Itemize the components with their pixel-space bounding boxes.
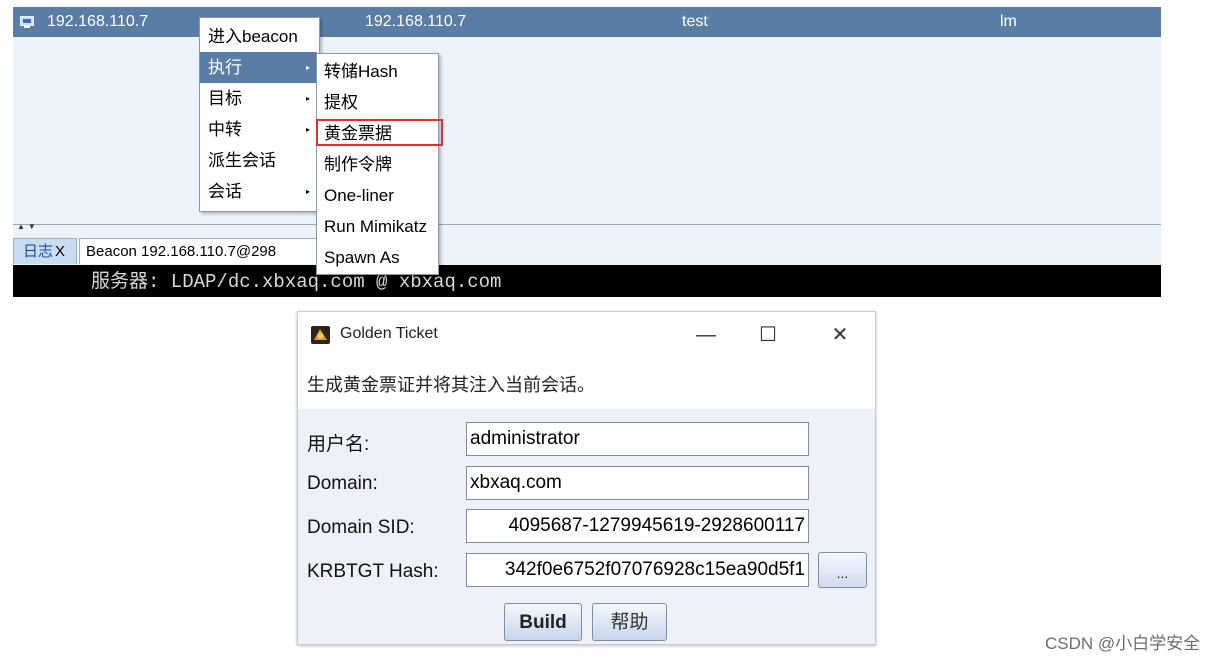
submenu-item-spawn-as[interactable]: Spawn As bbox=[317, 242, 436, 273]
domain-value: xbxaq.com bbox=[470, 472, 562, 493]
tab-log-close[interactable]: X bbox=[55, 243, 65, 260]
menu-item-interact[interactable]: 进入beacon bbox=[200, 21, 317, 52]
menu-item-label: 派生会话 bbox=[208, 151, 276, 170]
dialog-description-area: 生成黄金票证并将其注入当前会话。 bbox=[298, 359, 875, 409]
internal-ip-cell: 192.168.110.7 bbox=[365, 13, 467, 30]
build-button[interactable]: Build bbox=[504, 603, 582, 641]
tab-bar: 日志 X Beacon 192.168.110.7@298 bbox=[13, 235, 1161, 266]
maximize-icon[interactable]: ☐ bbox=[753, 320, 783, 350]
menu-item-session[interactable]: 会话 ▸ bbox=[200, 176, 317, 207]
session-row[interactable]: 192.168.110.7 192.168.110.7 test lm bbox=[13, 7, 1161, 37]
submenu-item-elevate[interactable]: 提权 bbox=[317, 87, 436, 118]
csdn-watermark: CSDN @小白学安全 bbox=[1045, 634, 1201, 653]
dialog-title: Golden Ticket bbox=[340, 325, 438, 342]
tab-log[interactable]: 日志 X bbox=[13, 238, 77, 264]
domain-sid-label: Domain SID: bbox=[307, 517, 415, 538]
menu-item-label: 中转 bbox=[208, 120, 242, 139]
session-table-empty-area bbox=[13, 37, 1161, 225]
submenu-arrow-icon: ▸ bbox=[305, 94, 310, 103]
menu-item-label: 目标 bbox=[208, 89, 242, 108]
domain-input[interactable]: xbxaq.com bbox=[466, 466, 809, 500]
domain-sid-input[interactable]: 4095687-1279945619-2928600117 bbox=[466, 509, 809, 543]
menu-item-label: 执行 bbox=[208, 58, 242, 77]
submenu-arrow-icon: ▸ bbox=[305, 187, 310, 196]
menu-item-label: 会话 bbox=[208, 182, 242, 201]
menu-item-target[interactable]: 目标 ▸ bbox=[200, 83, 317, 114]
menu-item-spawn[interactable]: 派生会话 bbox=[200, 145, 317, 176]
dialog-titlebar[interactable]: Golden Ticket — ☐ ✕ bbox=[298, 312, 875, 359]
computer-cell: lm bbox=[1000, 13, 1017, 30]
console-line: 服务器: LDAP/dc.xbxaq.com @ xbxaq.com bbox=[91, 271, 502, 293]
help-button[interactable]: 帮助 bbox=[592, 603, 667, 641]
krbtgt-hash-input[interactable]: 342f0e6752f07076928c15ea90d5f1 bbox=[466, 553, 809, 587]
console-output: 服务器: LDAP/dc.xbxaq.com @ xbxaq.com bbox=[13, 265, 1161, 297]
golden-ticket-dialog: Golden Ticket — ☐ ✕ 生成黄金票证并将其注入当前会话。 用户名… bbox=[297, 311, 876, 645]
submenu-item-dump-hashes[interactable]: 转储Hash bbox=[317, 56, 436, 87]
domain-sid-value: 4095687-1279945619-2928600117 bbox=[508, 515, 805, 536]
tab-beacon[interactable]: Beacon 192.168.110.7@298 bbox=[79, 238, 349, 264]
submenu-item-run-mimikatz[interactable]: Run Mimikatz bbox=[317, 211, 436, 242]
submenu-item-one-liner[interactable]: One-liner bbox=[317, 180, 436, 211]
execute-submenu: 转储Hash 提权 黄金票据 制作令牌 One-liner Run Mimika… bbox=[316, 53, 439, 275]
user-cell: test bbox=[682, 13, 708, 30]
username-value: administrator bbox=[470, 428, 580, 449]
minimize-icon[interactable]: — bbox=[691, 320, 721, 350]
tab-log-label: 日志 bbox=[23, 243, 54, 260]
golden-ticket-highlight-box bbox=[316, 119, 443, 146]
krbtgt-hash-value: 342f0e6752f07076928c15ea90d5f1 bbox=[504, 559, 805, 580]
menu-item-execute[interactable]: 执行 ▸ bbox=[200, 52, 317, 83]
close-icon[interactable]: ✕ bbox=[825, 320, 855, 350]
beacon-icon bbox=[20, 15, 34, 28]
submenu-arrow-icon: ▸ bbox=[305, 125, 310, 134]
dialog-description: 生成黄金票证并将其注入当前会话。 bbox=[307, 375, 595, 395]
submenu-arrow-icon: ▸ bbox=[305, 63, 310, 72]
submenu-item-make-token[interactable]: 制作令牌 bbox=[317, 149, 436, 180]
context-menu: 进入beacon 执行 ▸ 目标 ▸ 中转 ▸ 派生会话 会话 ▸ bbox=[199, 17, 320, 212]
session-pane: 192.168.110.7 192.168.110.7 test lm ▲▼ 日… bbox=[13, 7, 1161, 297]
username-label: 用户名: bbox=[307, 434, 370, 455]
domain-label: Domain: bbox=[307, 473, 378, 494]
krbtgt-hash-label: KRBTGT Hash: bbox=[307, 561, 439, 582]
menu-item-label: 进入beacon bbox=[208, 27, 298, 46]
browse-button[interactable]: ... bbox=[818, 552, 867, 588]
split-arrows-icon[interactable]: ▲▼ bbox=[17, 222, 39, 231]
tab-beacon-label: Beacon 192.168.110.7@298 bbox=[86, 243, 277, 260]
username-input[interactable]: administrator bbox=[466, 422, 809, 456]
cobalt-strike-app-icon bbox=[311, 326, 330, 344]
menu-item-pivot[interactable]: 中转 ▸ bbox=[200, 114, 317, 145]
external-ip-cell: 192.168.110.7 bbox=[47, 13, 149, 30]
